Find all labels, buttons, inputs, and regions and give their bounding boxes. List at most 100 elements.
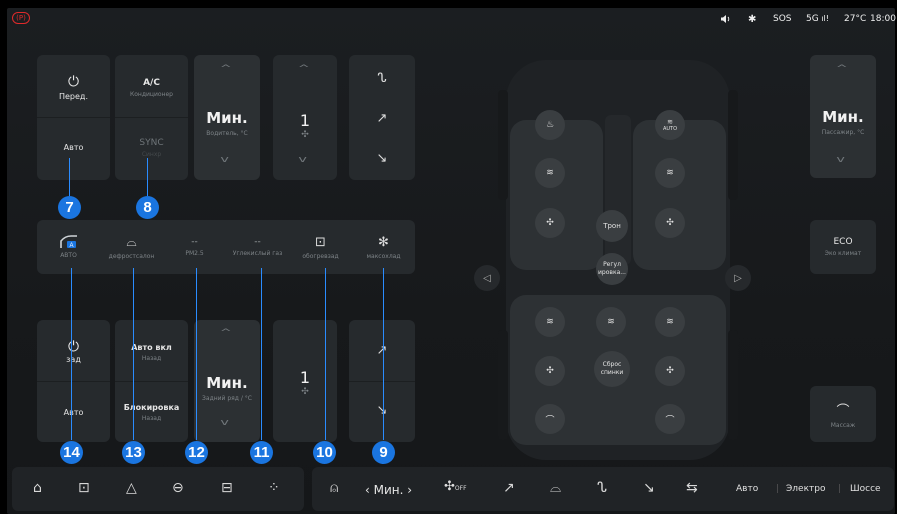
- airflow-face-icon[interactable]: ᔐ: [349, 60, 415, 96]
- seat-massage-icon: ⌒: [545, 415, 555, 426]
- function-rear-defrost[interactable]: ⊡ обогревзад: [289, 224, 352, 270]
- bluetooth-icon[interactable]: ✱: [748, 14, 756, 25]
- rear-right-vent-button[interactable]: ✣: [655, 356, 685, 386]
- rear-right-massage-button[interactable]: ⌒: [655, 404, 685, 434]
- rear-left-heat-button[interactable]: ≋: [535, 307, 565, 337]
- rear-right-heat-button[interactable]: ≋: [655, 307, 685, 337]
- rear-left-vent-button[interactable]: ✣: [535, 356, 565, 386]
- parking-brake-indicator: (P): [12, 12, 30, 24]
- passenger-temp-up-icon[interactable]: ^: [836, 64, 848, 74]
- callout-13: 13: [122, 441, 145, 464]
- power-icon: ⏻: [67, 338, 80, 355]
- rear-temp-up-icon[interactable]: ^: [220, 328, 232, 338]
- ac-button[interactable]: A/C Кондиционер: [115, 65, 188, 110]
- steering-heat-button[interactable]: ♨: [535, 110, 565, 140]
- callout-14: 14: [60, 441, 83, 464]
- seat-vent-icon: ✣: [666, 218, 674, 228]
- rear-defrost-icon: ⊡: [315, 234, 326, 250]
- passenger-temp-sub: Пассажир, °C: [821, 129, 865, 136]
- rear-airflow-feet-icon[interactable]: ↘: [349, 390, 415, 430]
- air-recirc-icon[interactable]: ⇆: [686, 480, 698, 496]
- defrost-windshield-icon: ⌓: [126, 234, 137, 250]
- driver-temp-down-icon[interactable]: v: [220, 155, 229, 165]
- rear-airflow-body-icon[interactable]: ↗: [349, 330, 415, 370]
- adjust-button[interactable]: Регул ировка...: [596, 253, 628, 285]
- airflow-feet-icon[interactable]: ↘: [349, 140, 415, 176]
- screen-mirror-icon[interactable]: ⊡: [78, 480, 90, 496]
- front-fan-up-icon[interactable]: ^: [298, 64, 310, 74]
- rear-power-label: зад: [66, 354, 81, 364]
- navigation-icon[interactable]: △: [126, 480, 137, 496]
- front-auto-button[interactable]: Авто: [37, 125, 110, 170]
- lock-icon[interactable]: ⍝: [330, 480, 338, 496]
- passenger-temp-down-icon[interactable]: v: [836, 155, 845, 165]
- sos-label[interactable]: SOS: [773, 14, 792, 24]
- driver-seat-vent-button[interactable]: ✣: [535, 208, 565, 238]
- mode-electro-button[interactable]: Электро: [786, 484, 825, 494]
- pm25-value: --: [191, 237, 198, 247]
- airflow-face-icon[interactable]: ᔐ: [597, 480, 607, 496]
- eco-sub: Эко климат: [824, 250, 862, 257]
- sync-button[interactable]: SYNC Синхр: [115, 125, 188, 170]
- car-icon[interactable]: ⊖: [172, 480, 184, 496]
- airflow-feet-icon[interactable]: ↘: [643, 480, 655, 496]
- rear-fan-display: 1 ✣: [273, 362, 337, 402]
- massage-label: Массаж: [830, 421, 856, 429]
- signal-text: 5G: [806, 14, 819, 24]
- callout-line-13: [133, 268, 134, 440]
- seat-heat-icon: ≋: [666, 168, 674, 178]
- front-power-button[interactable]: ⏻ Перед.: [37, 62, 110, 112]
- rear-fan-value: 1: [299, 367, 311, 387]
- driver-seat-heat-button[interactable]: ≋: [535, 158, 565, 188]
- function-auto-label: АВТО: [60, 252, 77, 259]
- rear-left-massage-button[interactable]: ⌒: [535, 404, 565, 434]
- driver-temp-display: Мин. Водитель, °C: [194, 105, 260, 141]
- fan-speed-control[interactable]: ‹ Мин. ›: [365, 483, 412, 497]
- reset-backrest-button[interactable]: Сброс спинки: [594, 351, 630, 387]
- apps-icon[interactable]: ⁘: [268, 480, 280, 496]
- seat-airflow-icon[interactable]: ↗: [503, 480, 515, 496]
- callout-line-14: [71, 268, 72, 440]
- passenger-seat-vent-button[interactable]: ✣: [655, 208, 685, 238]
- rear-auto-on-button[interactable]: Авто вкл Назад: [115, 330, 188, 375]
- function-max-cool[interactable]: ✻ максохлад: [352, 224, 415, 270]
- volume-icon[interactable]: [720, 14, 731, 27]
- media-icon[interactable]: ⊟: [221, 480, 233, 496]
- airflow-body-icon[interactable]: ↗: [349, 100, 415, 136]
- fan-off-button[interactable]: ✣OFF: [444, 479, 467, 494]
- fan-speed-value: Мин.: [373, 483, 404, 497]
- passenger-heat-auto-button[interactable]: ≋ AUTO: [655, 110, 685, 140]
- front-fan-down-icon[interactable]: v: [298, 155, 307, 165]
- right-mirror-icon[interactable]: ▷: [725, 265, 751, 291]
- home-icon[interactable]: ⌂: [33, 480, 42, 496]
- rear-temp-down-icon[interactable]: v: [220, 418, 229, 428]
- max-cool-icon: ✻: [378, 234, 389, 250]
- left-mirror-icon[interactable]: ◁: [474, 265, 500, 291]
- callout-line-12: [196, 268, 197, 440]
- reset-label: Сброс спинки: [600, 361, 624, 376]
- rear-auto-on-label: Авто вкл: [131, 343, 172, 352]
- screen: (P) ✱ SOS 5G ıl! 27°C 18:00 ⏻ Перед. Авт…: [0, 0, 897, 514]
- rear-center-heat-button[interactable]: ≋: [596, 307, 626, 337]
- rear-lock-sub: Назад: [141, 415, 162, 422]
- rear-lock-button[interactable]: Блокировка Назад: [115, 390, 188, 435]
- parking-badge-text: (P): [16, 14, 26, 22]
- defrost-icon[interactable]: ⌓: [550, 480, 561, 496]
- throne-button[interactable]: Трон: [596, 210, 628, 242]
- function-co2: -- Углекислый газ: [226, 224, 289, 270]
- seat-vent-icon: ✣: [666, 366, 674, 376]
- driver-temp-up-icon[interactable]: ^: [220, 64, 232, 74]
- rear-auto-button[interactable]: Авто: [37, 390, 110, 435]
- svg-text:A: A: [69, 243, 73, 249]
- divider: [115, 117, 188, 118]
- function-defrost-front[interactable]: ⌓ дефростсалон: [100, 224, 163, 270]
- ac-label: A/C: [143, 77, 160, 88]
- passenger-seat-heat-button[interactable]: ≋: [655, 158, 685, 188]
- massage-content: ⌒ Массаж: [810, 390, 876, 438]
- mode-highway-button[interactable]: Шоссе: [850, 484, 881, 494]
- bottom-nav: [12, 467, 304, 511]
- function-auto[interactable]: A АВТО: [37, 224, 100, 270]
- mode-auto-button[interactable]: Авто: [736, 484, 758, 494]
- rear-power-button[interactable]: ⏻ зад: [37, 326, 110, 376]
- auto-badge: AUTO: [662, 126, 678, 132]
